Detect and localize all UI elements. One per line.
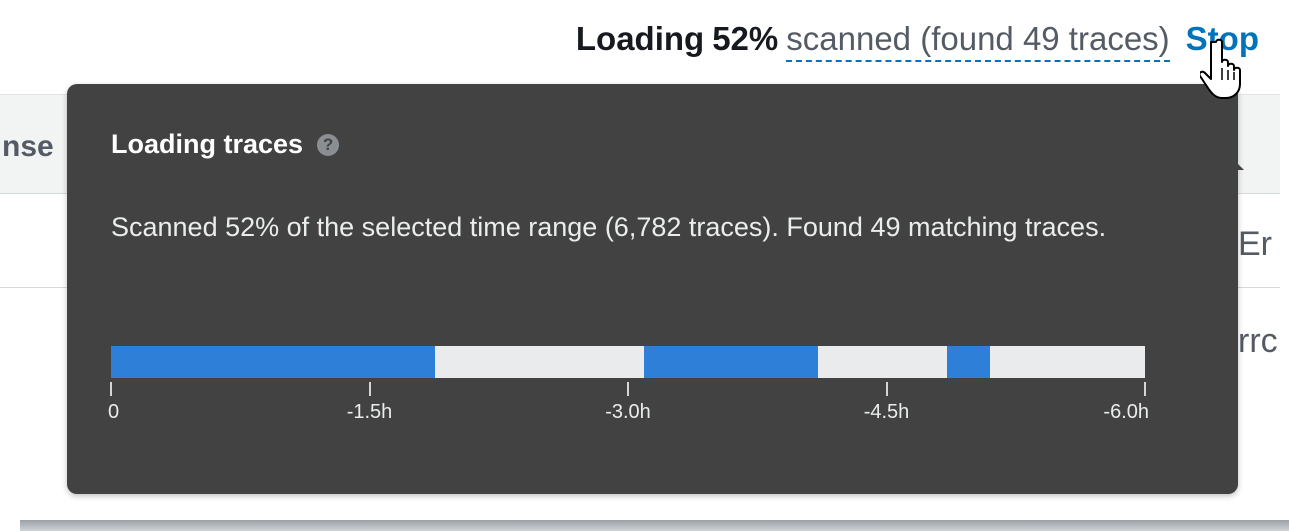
timeline-tick-label: 0 (108, 401, 120, 423)
popover-title-text: Loading traces (111, 129, 304, 159)
timeline-tick (627, 382, 629, 396)
popover-title: Loading traces ? (111, 129, 340, 160)
window-bottom-edge (20, 520, 1289, 531)
timeline-tick (368, 382, 371, 396)
timeline-track (111, 346, 1145, 378)
timeline-tick-label: -3.0h (605, 401, 651, 423)
loading-status: Loading 52% scanned (found 49 traces) St… (576, 20, 1259, 62)
popover-arrow (1192, 144, 1244, 170)
hand-cursor-icon (1200, 38, 1241, 99)
timeline-tick (1144, 382, 1146, 396)
popover-description: Scanned 52% of the selected time range (… (111, 212, 1107, 242)
help-icon[interactable]: ? (317, 133, 340, 156)
table-cell-fragment: rrc (1238, 322, 1278, 360)
scanned-segment (111, 346, 435, 378)
table-header-fragment: nse (2, 130, 54, 163)
loading-percent: 52% (712, 20, 779, 57)
timeline-tick-label: -6.0h (1103, 401, 1149, 423)
timeline-tick-label: -1.5h (346, 401, 393, 423)
timeline-tick (110, 382, 112, 396)
loading-label: Loading (575, 20, 705, 57)
table-cell-fragment: Er (1238, 225, 1272, 263)
scan-timeline: 0 -1.5h -3.0h -4.5h -6.0h (108, 346, 1149, 456)
scanned-segment (946, 346, 990, 378)
timeline-tick-label: -4.5h (863, 401, 910, 423)
timeline-tick (885, 382, 888, 396)
loading-traces-popover: Loading traces ? Scanned 52% of the sele… (67, 84, 1244, 494)
scanned-segment (643, 346, 818, 378)
scanned-details-link[interactable]: scanned (found 49 traces) (786, 20, 1170, 62)
